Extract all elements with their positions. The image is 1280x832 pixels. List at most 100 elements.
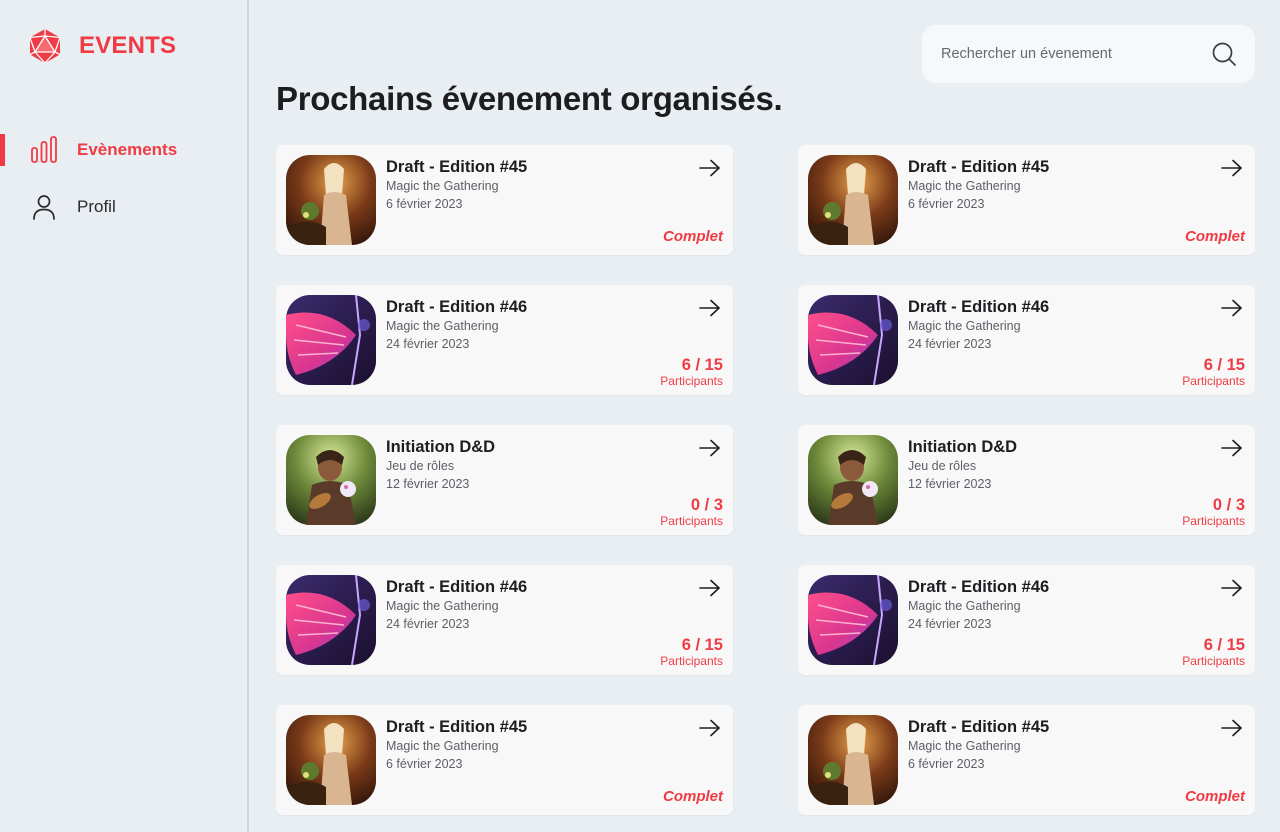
arrow-right-icon[interactable] — [1221, 579, 1243, 597]
sidebar-item-label: Profil — [77, 197, 116, 216]
participants-count: 6 / 15 — [1203, 356, 1245, 374]
sidebar-nav: Evènements Profil — [0, 132, 247, 246]
event-card[interactable]: Draft - Edition #45 Magic the Gathering … — [276, 705, 733, 815]
event-game: Magic the Gathering — [386, 599, 499, 613]
wing-art — [286, 295, 376, 385]
event-status: Complet — [1185, 228, 1245, 245]
event-card[interactable]: Draft - Edition #45 Magic the Gathering … — [276, 145, 733, 255]
event-thumbnail — [286, 435, 376, 525]
event-title: Initiation D&D — [908, 438, 1018, 456]
event-thumbnail — [808, 575, 898, 665]
participants-label: Participants — [660, 374, 723, 388]
user-icon — [30, 193, 58, 221]
event-status: Complet — [663, 228, 723, 245]
participants-label: Participants — [1182, 654, 1245, 668]
arrow-right-icon[interactable] — [699, 299, 721, 317]
arrow-right-icon[interactable] — [699, 439, 721, 457]
participants-counter: 6 / 15 Participants — [660, 356, 723, 388]
event-game: Magic the Gathering — [386, 179, 499, 193]
sidebar: EVENTS Evènements Profil — [0, 0, 249, 832]
participants-count: 0 / 3 — [1212, 496, 1245, 514]
event-card[interactable]: Initiation D&D Jeu de rôles 12 février 2… — [276, 425, 733, 535]
participants-label: Participants — [660, 654, 723, 668]
event-title: Draft - Edition #45 — [386, 158, 528, 176]
arrow-right-icon[interactable] — [1221, 439, 1243, 457]
wing-art — [808, 575, 898, 665]
participants-label: Participants — [1182, 514, 1245, 528]
arrow-right-icon[interactable] — [1221, 159, 1243, 177]
participants-count: 6 / 15 — [681, 356, 723, 374]
event-thumbnail — [808, 155, 898, 245]
warrior-art — [286, 715, 376, 805]
event-title: Draft - Edition #46 — [908, 578, 1050, 596]
page-title: Prochains évenement organisés. — [276, 80, 783, 117]
event-thumbnail — [286, 155, 376, 245]
participants-label: Participants — [1182, 374, 1245, 388]
event-title: Initiation D&D — [386, 438, 496, 456]
event-card[interactable]: Draft - Edition #46 Magic the Gathering … — [276, 565, 733, 675]
event-card[interactable]: Draft - Edition #45 Magic the Gathering … — [798, 705, 1255, 815]
event-date: 6 février 2023 — [386, 757, 463, 771]
search-input[interactable] — [941, 46, 1211, 62]
event-title: Draft - Edition #45 — [908, 158, 1050, 176]
event-date: 6 février 2023 — [908, 757, 985, 771]
sidebar-item-label: Evènements — [77, 140, 178, 159]
event-card[interactable]: Initiation D&D Jeu de rôles 12 février 2… — [798, 425, 1255, 535]
event-card[interactable]: Draft - Edition #45 Magic the Gathering … — [798, 145, 1255, 255]
event-thumbnail — [286, 715, 376, 805]
search-icon[interactable] — [1211, 41, 1237, 67]
event-card[interactable]: Draft - Edition #46 Magic the Gathering … — [798, 565, 1255, 675]
event-title: Draft - Edition #45 — [386, 718, 528, 736]
event-game: Magic the Gathering — [386, 319, 499, 333]
participants-counter: 6 / 15 Participants — [1182, 636, 1245, 668]
wing-art — [808, 295, 898, 385]
wing-art — [286, 575, 376, 665]
event-title: Draft - Edition #46 — [386, 578, 528, 596]
brand-title: EVENTS — [79, 32, 177, 59]
event-game: Magic the Gathering — [908, 319, 1021, 333]
event-game: Magic the Gathering — [908, 599, 1021, 613]
participants-counter: 0 / 3 Participants — [660, 496, 723, 528]
arrow-right-icon[interactable] — [699, 719, 721, 737]
bar-chart-icon — [30, 136, 58, 164]
participants-counter: 6 / 15 Participants — [1182, 356, 1245, 388]
search-box[interactable] — [922, 25, 1255, 83]
event-date: 24 février 2023 — [386, 617, 470, 631]
event-date: 6 février 2023 — [908, 197, 985, 211]
event-thumbnail — [808, 295, 898, 385]
arrow-right-icon[interactable] — [699, 159, 721, 177]
participants-count: 0 / 3 — [690, 496, 723, 514]
arrow-right-icon[interactable] — [1221, 719, 1243, 737]
event-status: Complet — [663, 788, 723, 805]
event-date: 12 février 2023 — [386, 477, 470, 491]
event-game: Magic the Gathering — [908, 179, 1021, 193]
event-thumbnail — [286, 575, 376, 665]
event-date: 12 février 2023 — [908, 477, 992, 491]
event-title: Draft - Edition #46 — [908, 298, 1050, 316]
warrior-art — [808, 155, 898, 245]
arrow-right-icon[interactable] — [1221, 299, 1243, 317]
arrow-right-icon[interactable] — [699, 579, 721, 597]
event-thumbnail — [808, 715, 898, 805]
event-status: Complet — [1185, 788, 1245, 805]
participants-count: 6 / 15 — [681, 636, 723, 654]
warrior-art — [808, 715, 898, 805]
event-card[interactable]: Draft - Edition #46 Magic the Gathering … — [276, 285, 733, 395]
event-date: 24 février 2023 — [908, 337, 992, 351]
event-title: Draft - Edition #45 — [908, 718, 1050, 736]
event-game: Magic the Gathering — [908, 739, 1021, 753]
participants-label: Participants — [660, 514, 723, 528]
d20-dice-logo-icon — [29, 29, 61, 64]
participants-count: 6 / 15 — [1203, 636, 1245, 654]
sidebar-item-evenements[interactable]: Evènements — [0, 132, 247, 168]
event-game: Magic the Gathering — [386, 739, 499, 753]
brand[interactable]: EVENTS — [28, 28, 176, 64]
participants-counter: 0 / 3 Participants — [1182, 496, 1245, 528]
event-date: 24 février 2023 — [908, 617, 992, 631]
event-date: 24 février 2023 — [386, 337, 470, 351]
bard-art — [286, 435, 376, 525]
event-title: Draft - Edition #46 — [386, 298, 528, 316]
event-card[interactable]: Draft - Edition #46 Magic the Gathering … — [798, 285, 1255, 395]
sidebar-item-profil[interactable]: Profil — [0, 189, 247, 225]
participants-counter: 6 / 15 Participants — [660, 636, 723, 668]
